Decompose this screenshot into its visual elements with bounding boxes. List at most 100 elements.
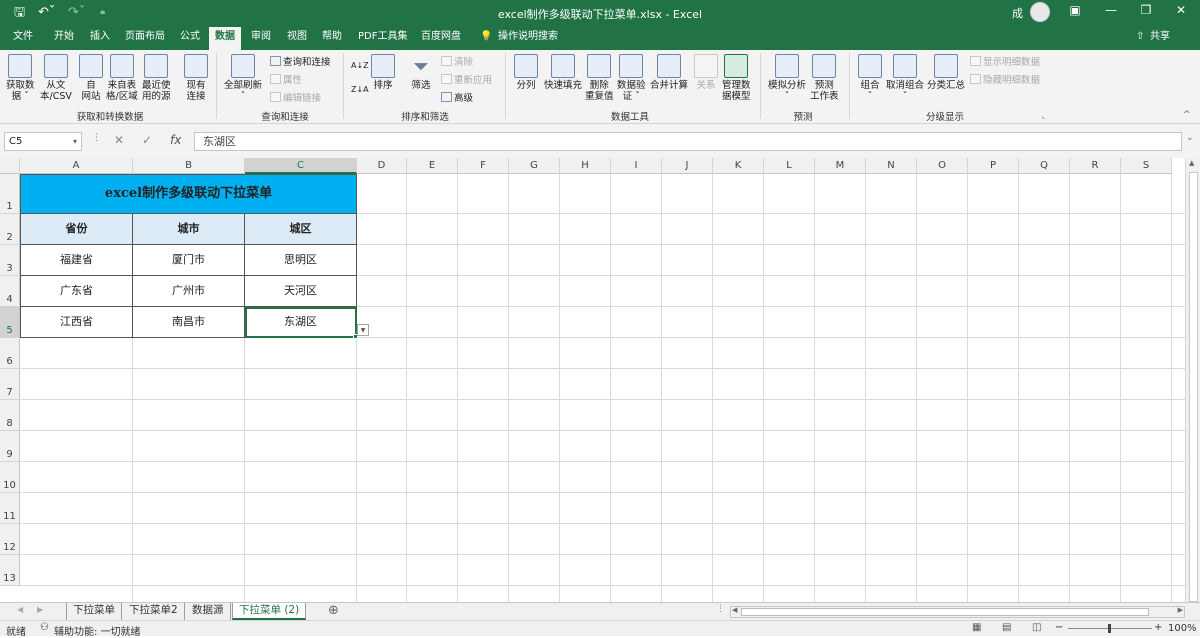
column-header-C[interactable]: C: [245, 158, 357, 174]
tab-view[interactable]: 视图: [287, 30, 307, 44]
from-text-csv-button[interactable]: 从文 本/CSV: [40, 54, 72, 102]
row-header-11[interactable]: 11: [0, 493, 20, 524]
row-header-6[interactable]: 6: [0, 338, 20, 369]
hide-detail-button[interactable]: 隐藏明细数据: [970, 74, 1040, 87]
zoom-in-icon[interactable]: +: [1154, 622, 1162, 633]
share-button[interactable]: 共享: [1150, 30, 1170, 44]
dropdown-arrow-icon[interactable]: ▼: [357, 324, 369, 336]
header-province[interactable]: 省份: [20, 214, 133, 245]
tab-help[interactable]: 帮助: [322, 30, 342, 44]
scroll-left-icon[interactable]: ◀: [732, 606, 737, 614]
tab-review[interactable]: 审阅: [251, 30, 271, 44]
sheet-tab-active[interactable]: 下拉菜单 (2): [232, 603, 307, 620]
scroll-right-icon[interactable]: ▶: [1178, 606, 1183, 614]
table-cell[interactable]: 南昌市: [133, 307, 245, 338]
page-layout-view-icon[interactable]: ▤: [1002, 622, 1011, 633]
tab-pdf[interactable]: PDF工具集: [358, 30, 407, 44]
sheet-tab[interactable]: 下拉菜单2: [123, 603, 185, 620]
avatar[interactable]: [1030, 2, 1050, 22]
edit-links-button[interactable]: 编辑链接: [270, 92, 321, 105]
column-header-N[interactable]: N: [866, 158, 917, 174]
table-cell[interactable]: 江西省: [20, 307, 133, 338]
consolidate-button[interactable]: 合并计算: [650, 54, 688, 91]
remove-duplicates-button[interactable]: 删除 重复值: [585, 54, 614, 102]
collapse-ribbon-icon[interactable]: ^: [1183, 109, 1191, 121]
subtotal-button[interactable]: 分类汇总: [927, 54, 965, 91]
column-header-J[interactable]: J: [662, 158, 713, 174]
row-header-1[interactable]: 1: [0, 174, 20, 214]
page-break-view-icon[interactable]: ◫: [1032, 622, 1041, 633]
selected-cell[interactable]: 东湖区: [245, 307, 357, 338]
column-header-Q[interactable]: Q: [1019, 158, 1070, 174]
filter-button[interactable]: ⏷ 筛选: [409, 54, 433, 91]
next-sheet-icon[interactable]: ▶: [37, 605, 43, 614]
table-cell[interactable]: 福建省: [20, 245, 133, 276]
forecast-sheet-button[interactable]: 预测 工作表: [810, 54, 839, 102]
column-header-O[interactable]: O: [917, 158, 968, 174]
column-header-S[interactable]: S: [1121, 158, 1172, 174]
tab-data[interactable]: 数据: [209, 27, 241, 50]
tab-formulas[interactable]: 公式: [180, 30, 200, 44]
from-table-button[interactable]: 来自表 格/区域: [106, 54, 138, 102]
share-icon[interactable]: ⇧: [1136, 30, 1144, 44]
column-header-D[interactable]: D: [357, 158, 407, 174]
prev-sheet-icon[interactable]: ◀: [17, 605, 23, 614]
close-icon[interactable]: ✕: [1166, 3, 1196, 17]
normal-view-icon[interactable]: ▦: [972, 622, 981, 633]
scroll-up-icon[interactable]: ▲: [1189, 159, 1194, 167]
queries-connections-button[interactable]: 查询和连接: [270, 56, 331, 69]
row-header-13[interactable]: 13: [0, 555, 20, 586]
tab-baidu[interactable]: 百度网盘: [421, 30, 461, 44]
from-web-button[interactable]: 自网站: [79, 54, 103, 102]
table-cell[interactable]: 广东省: [20, 276, 133, 307]
manage-data-model-button[interactable]: 管理数 据模型: [722, 54, 751, 102]
restore-icon[interactable]: ❐: [1131, 3, 1161, 17]
refresh-all-button[interactable]: 全部刷新 ˇ: [224, 54, 262, 102]
cancel-icon[interactable]: ✕: [114, 133, 124, 147]
search-hint[interactable]: 操作说明搜索: [498, 30, 558, 44]
row-header-7[interactable]: 7: [0, 369, 20, 400]
reapply-button[interactable]: 重新应用: [441, 74, 492, 87]
minimize-icon[interactable]: —: [1096, 3, 1126, 17]
tab-file[interactable]: 文件: [13, 30, 33, 44]
enter-icon[interactable]: ✓: [142, 133, 152, 147]
clear-filter-button[interactable]: 清除: [441, 56, 473, 69]
what-if-analysis-button[interactable]: 模拟分析 ˇ: [768, 54, 806, 102]
zoom-level[interactable]: 100%: [1168, 623, 1197, 634]
column-header-I[interactable]: I: [611, 158, 662, 174]
row-header-5[interactable]: 5: [0, 307, 20, 338]
dialog-launcher-icon[interactable]: ⌞: [1042, 110, 1045, 122]
text-to-columns-button[interactable]: 分列: [514, 54, 538, 91]
tab-page-layout[interactable]: 页面布局: [125, 30, 165, 44]
zoom-out-icon[interactable]: −: [1055, 622, 1063, 633]
tab-home[interactable]: 开始: [54, 30, 74, 44]
column-header-L[interactable]: L: [764, 158, 815, 174]
formula-input[interactable]: 东湖区: [194, 132, 1182, 151]
column-header-H[interactable]: H: [560, 158, 611, 174]
show-detail-button[interactable]: 显示明细数据: [970, 56, 1040, 69]
table-cell[interactable]: 思明区: [245, 245, 357, 276]
horizontal-scrollbar[interactable]: ◀ ▶: [730, 606, 1185, 618]
properties-button[interactable]: 属性: [270, 74, 302, 87]
column-header-R[interactable]: R: [1070, 158, 1121, 174]
expand-formula-icon[interactable]: ⌄: [1186, 133, 1194, 143]
sheet-title-cell[interactable]: excel制作多级联动下拉菜单: [20, 174, 357, 214]
worksheet-grid[interactable]: ABCDEFGHIJKLMNOPQRS 1 2 3 4 5 6 7 8 9 10 11 12 13 ex…: [0, 158, 1200, 602]
table-cell[interactable]: 天河区: [245, 276, 357, 307]
row-header-9[interactable]: 9: [0, 431, 20, 462]
column-header-E[interactable]: E: [407, 158, 458, 174]
tab-insert[interactable]: 插入: [90, 30, 110, 44]
table-cell[interactable]: 厦门市: [133, 245, 245, 276]
column-header-F[interactable]: F: [458, 158, 509, 174]
advanced-filter-button[interactable]: 高级: [441, 92, 473, 105]
row-header-3[interactable]: 3: [0, 245, 20, 276]
row-header-4[interactable]: 4: [0, 276, 20, 307]
header-city[interactable]: 城市: [133, 214, 245, 245]
group-button[interactable]: 组合 ˇ: [858, 54, 882, 102]
sheet-tab[interactable]: 下拉菜单: [66, 603, 122, 620]
row-header-2[interactable]: 2: [0, 214, 20, 245]
insert-function-icon[interactable]: fx: [170, 133, 181, 147]
vertical-scrollbar[interactable]: ▲: [1185, 158, 1200, 602]
add-sheet-icon[interactable]: ⊕: [328, 603, 339, 618]
relationships-button[interactable]: 关系: [694, 54, 718, 91]
